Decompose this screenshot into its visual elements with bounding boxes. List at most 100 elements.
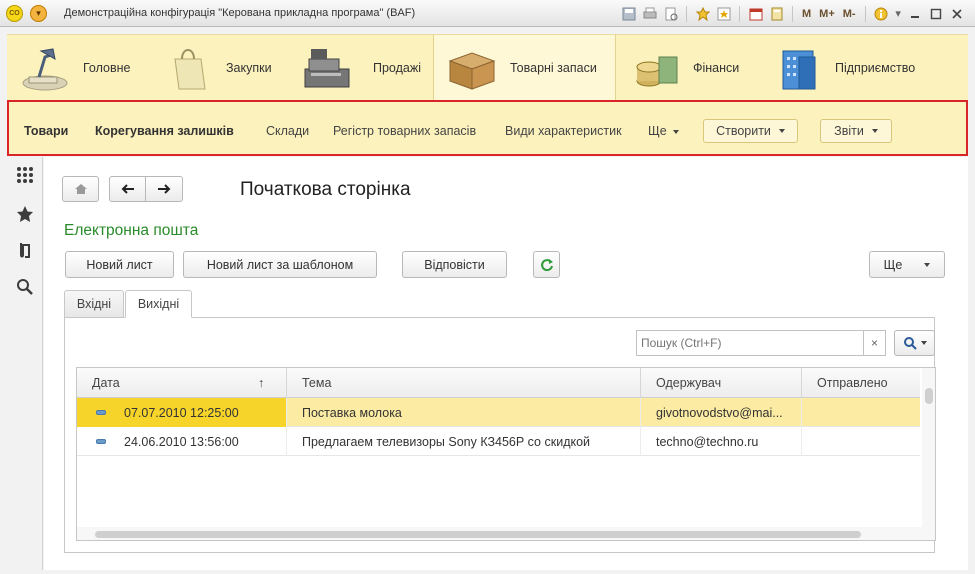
home-button[interactable] (62, 176, 99, 202)
cell-recipient: techno@techno.ru (641, 427, 802, 456)
cash-register-icon (304, 49, 350, 88)
reply-button[interactable]: Відповісти (402, 251, 507, 278)
section-label: Підприємство (835, 61, 916, 75)
nav-more-label: Ще (648, 124, 667, 138)
page-title: Початкова сторінка (240, 179, 411, 200)
nav-item-goods[interactable]: Товари (24, 124, 68, 138)
sort-ascending-icon: ↑ (258, 376, 265, 390)
nav-item-characteristic-types[interactable]: Види характеристик (505, 124, 622, 138)
section-main[interactable]: Головне (7, 35, 157, 101)
cell-recipient: givotnovodstvo@mai... (641, 398, 802, 427)
more-actions-button[interactable]: Ще (869, 251, 945, 278)
search-icon[interactable] (15, 277, 35, 297)
cell-subject: Предлагаем телевизоры Sony КЗ456Р со ски… (287, 427, 641, 456)
cell-date-text: 24.06.2010 13:56:00 (124, 434, 239, 449)
coins-icon (636, 56, 678, 87)
section-label: Фінанси (693, 61, 740, 75)
minimize-icon[interactable] (907, 5, 924, 22)
favorites-icon[interactable] (715, 5, 732, 22)
memory-minus-button[interactable]: M- (841, 8, 858, 20)
all-functions-icon[interactable] (15, 165, 35, 185)
main-menu-button[interactable]: ▾ (30, 5, 47, 22)
column-sent[interactable]: Отправлено (802, 368, 920, 398)
nav-item-warehouses[interactable]: Склади (266, 124, 309, 138)
print-icon[interactable] (641, 5, 658, 22)
chevron-down-icon (920, 341, 927, 345)
favorites-add-icon[interactable] (694, 5, 711, 22)
forward-button[interactable] (145, 176, 183, 202)
search-box: × (636, 330, 886, 356)
memory-button[interactable]: M (800, 8, 813, 20)
create-label: Створити (716, 124, 771, 138)
nav-more-button[interactable]: Ще (648, 124, 679, 138)
create-button[interactable]: Створити (703, 119, 798, 143)
toolbar-separator (686, 5, 687, 22)
vertical-scrollbar[interactable] (922, 368, 935, 540)
outbox-panel: × Дата ↑ Тема Одержувач Отправлено 07.07… (64, 317, 936, 553)
tab-inbox[interactable]: Вхідні (64, 290, 124, 318)
letter-status-icon (96, 439, 106, 444)
app-logo-icon: CO (6, 5, 23, 22)
chevron-down-icon (672, 129, 679, 134)
reports-button[interactable]: Звіти (820, 119, 892, 143)
column-recipient[interactable]: Одержувач (641, 368, 802, 398)
more-actions-label: Ще (883, 257, 903, 272)
column-date[interactable]: Дата ↑ (77, 368, 287, 398)
column-subject[interactable]: Тема (287, 368, 641, 398)
chevron-down-icon[interactable]: ▾ (894, 5, 903, 22)
nav-item-inventory-register[interactable]: Регістр товарних запасів (333, 124, 476, 138)
horizontal-scrollbar[interactable] (77, 527, 922, 540)
section-label: Головне (83, 61, 131, 75)
horizontal-scroll-thumb[interactable] (95, 531, 861, 538)
sections-panel: Головне Закупки Продажі Товарні запаси Ф… (7, 34, 968, 101)
section-enterprise[interactable]: Підприємство (757, 35, 968, 101)
save-icon[interactable] (620, 5, 637, 22)
refresh-button[interactable] (533, 251, 560, 278)
title-toolbar: M M+ M- ▾ (620, 4, 966, 23)
chevron-down-icon (871, 129, 878, 133)
outbox-table: Дата ↑ Тема Одержувач Отправлено 07.07.2… (76, 367, 936, 541)
history-icon[interactable] (15, 240, 35, 260)
tab-outbox[interactable]: Вихідні (125, 290, 192, 318)
favorites-star-icon[interactable] (15, 204, 35, 224)
search-input[interactable] (637, 331, 862, 355)
calendar-icon[interactable] (747, 5, 764, 22)
search-options-button[interactable] (894, 330, 935, 356)
shopping-bag-icon (174, 49, 206, 90)
cell-date: 24.06.2010 13:56:00 (77, 427, 287, 456)
form-title: Електронна пошта (64, 222, 199, 239)
section-purchases[interactable]: Закупки (157, 35, 287, 101)
nav-item-stock-adjustment[interactable]: Корегування залишків (95, 124, 234, 138)
section-label: Товарні запаси (510, 61, 597, 75)
chevron-down-icon (778, 129, 785, 133)
table-row[interactable]: 24.06.2010 13:56:00 Предлагаем телевизор… (77, 427, 920, 456)
calculator-icon[interactable] (768, 5, 785, 22)
chevron-down-icon (924, 262, 931, 267)
clear-search-button[interactable]: × (863, 331, 885, 355)
memory-plus-button[interactable]: M+ (817, 8, 837, 20)
left-tools-panel (7, 157, 43, 570)
section-inventory[interactable]: Товарні запаси (433, 35, 616, 101)
column-date-label: Дата (92, 376, 120, 390)
toolbar-separator (792, 5, 793, 22)
close-icon[interactable] (949, 5, 966, 22)
section-finance[interactable]: Фінанси (617, 35, 757, 101)
table-row[interactable]: 07.07.2010 12:25:00 Поставка молока givo… (77, 398, 920, 427)
new-letter-from-template-button[interactable]: Новий лист за шаблоном (183, 251, 377, 278)
vertical-scroll-thumb[interactable] (925, 388, 933, 404)
section-sales[interactable]: Продажі (287, 35, 433, 101)
maximize-icon[interactable] (928, 5, 945, 22)
cell-date-text: 07.07.2010 12:25:00 (124, 405, 239, 420)
back-button[interactable] (109, 176, 146, 202)
cell-subject: Поставка молока (287, 398, 641, 427)
toolbar-separator (739, 5, 740, 22)
refresh-icon (540, 258, 553, 271)
navigation-panel: Товари Корегування залишків Склади Регіс… (7, 100, 968, 156)
new-letter-button[interactable]: Новий лист (65, 251, 174, 278)
print-preview-icon[interactable] (662, 5, 679, 22)
section-label: Продажі (373, 61, 421, 75)
info-icon[interactable] (873, 5, 890, 22)
reports-label: Звіти (834, 124, 864, 138)
window-title: Демонстраційна конфігурація "Керована пр… (64, 7, 416, 19)
toolbar-separator (864, 5, 866, 22)
